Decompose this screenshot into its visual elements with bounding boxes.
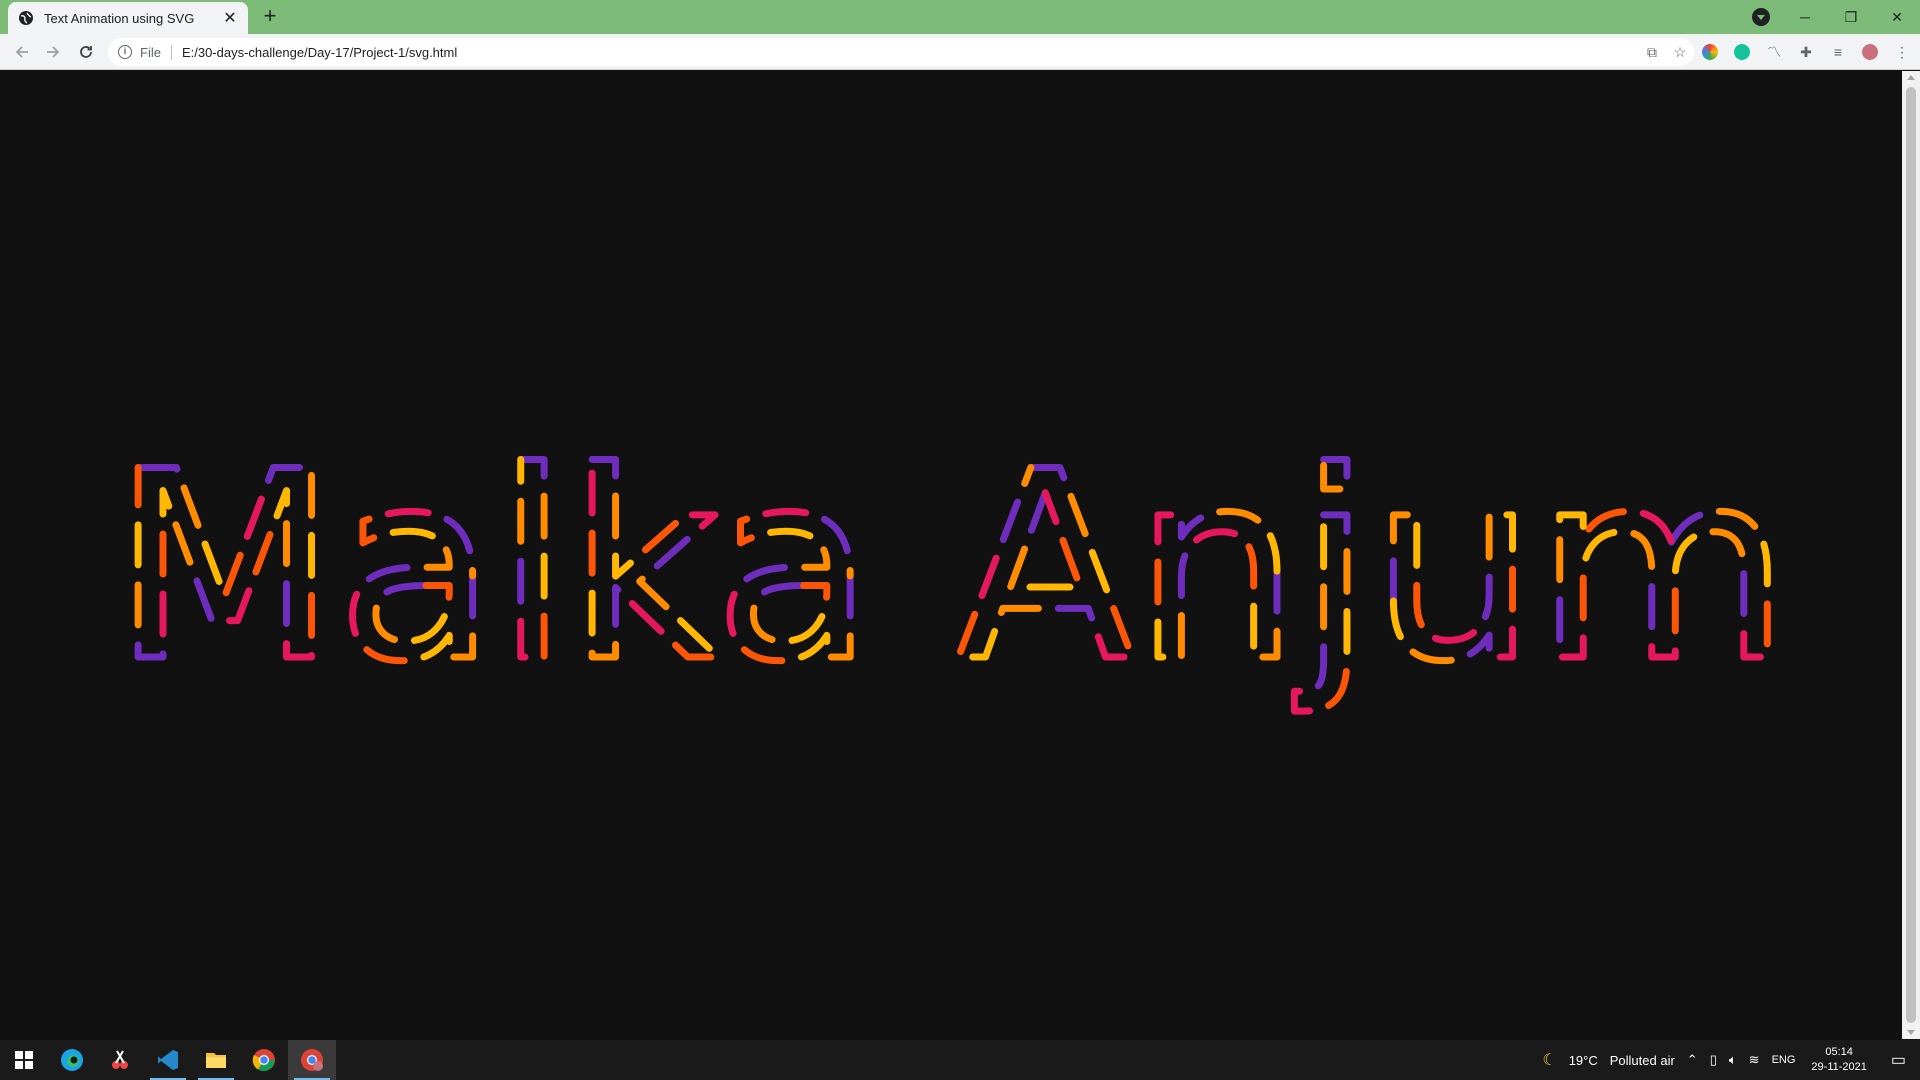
- notifications-icon[interactable]: ▭: [1877, 1050, 1920, 1070]
- tab-title: Text Animation using SVG: [44, 10, 195, 26]
- weather-condition[interactable]: Polluted air: [1604, 1053, 1681, 1068]
- vscode-icon: [158, 1050, 178, 1070]
- wifi-icon[interactable]: ≋: [1743, 1052, 1766, 1068]
- scrollbar-thumb[interactable]: [1906, 87, 1916, 1023]
- moon-weather-icon[interactable]: ☾: [1536, 1050, 1562, 1070]
- browser-tab[interactable]: Text Animation using SVG ✕: [8, 2, 248, 34]
- chrome-profile-app[interactable]: [288, 1040, 336, 1080]
- chrome-app[interactable]: [240, 1040, 288, 1080]
- folder-icon: [206, 1053, 226, 1068]
- vertical-scrollbar[interactable]: [1902, 71, 1920, 1039]
- show-hidden-icons-chevron-icon[interactable]: ⌃: [1681, 1052, 1704, 1068]
- file-explorer-app[interactable]: [192, 1040, 240, 1080]
- vscode-app[interactable]: [144, 1040, 192, 1080]
- extensions-area: 〽 ✚ ≡ ⋮: [1694, 40, 1918, 64]
- scroll-down-arrow[interactable]: [1907, 1030, 1915, 1035]
- profile-avatar[interactable]: [1854, 40, 1886, 64]
- extensions-puzzle-icon[interactable]: ✚: [1790, 40, 1822, 64]
- info-icon[interactable]: i: [118, 45, 132, 59]
- close-window-button[interactable]: ✕: [1874, 9, 1920, 26]
- animated-svg-text: Malka Anjum Malka Anjum Malka Anjum Malk…: [109, 414, 1793, 723]
- title-bar: Text Animation using SVG ✕ + ─ ❐ ✕: [0, 0, 1920, 34]
- globe-icon: [19, 11, 33, 25]
- volume-icon[interactable]: 🔈︎: [1723, 1052, 1743, 1068]
- snip-icon: [112, 1050, 128, 1069]
- start-button[interactable]: [0, 1040, 48, 1080]
- snipping-tool-app[interactable]: [96, 1040, 144, 1080]
- battery-icon[interactable]: ▯: [1704, 1052, 1723, 1068]
- chrome-profile-icon: [301, 1049, 323, 1071]
- grammarly-icon[interactable]: [1726, 40, 1758, 64]
- translate-icon[interactable]: ⧉: [1638, 44, 1666, 61]
- address-bar[interactable]: i File E:/30-days-challenge/Day-17/Proje…: [108, 38, 1694, 66]
- reload-icon: [80, 46, 92, 58]
- url-text[interactable]: E:/30-days-challenge/Day-17/Project-1/sv…: [182, 45, 1638, 60]
- page-content: Malka Anjum Malka Anjum Malka Anjum Malk…: [0, 71, 1902, 1039]
- edge-app[interactable]: [48, 1040, 96, 1080]
- chart-extension-icon[interactable]: 〽: [1758, 40, 1790, 64]
- scroll-up-arrow[interactable]: [1907, 75, 1915, 80]
- taskbar: ☾ 19°C Polluted air ⌃ ▯ 🔈︎ ≋ ENG 05:14 2…: [0, 1040, 1920, 1080]
- back-arrow-icon: [15, 46, 28, 58]
- chrome-icon: [252, 1049, 275, 1071]
- back-button[interactable]: [10, 40, 34, 64]
- reload-button[interactable]: [74, 40, 98, 64]
- minimize-button[interactable]: ─: [1782, 9, 1828, 25]
- restore-button[interactable]: ❐: [1828, 9, 1874, 26]
- reading-list-icon[interactable]: ≡: [1822, 40, 1854, 64]
- bookmark-star-icon[interactable]: ☆: [1666, 44, 1694, 61]
- windows-icon: [15, 1051, 33, 1069]
- clock-time: 05:14: [1825, 1046, 1853, 1058]
- system-tray: ☾ 19°C Polluted air ⌃ ▯ 🔈︎ ≋ ENG 05:14 2…: [1536, 1040, 1920, 1080]
- tab-close-icon[interactable]: ✕: [222, 8, 238, 28]
- menu-kebab-icon[interactable]: ⋮: [1886, 40, 1918, 64]
- clock[interactable]: 05:14 29-11-2021: [1801, 1045, 1876, 1075]
- browser-toolbar: i File E:/30-days-challenge/Day-17/Proje…: [0, 34, 1920, 70]
- tab-search-icon[interactable]: [1752, 8, 1770, 26]
- forward-button[interactable]: [41, 40, 65, 64]
- edge-icon: [61, 1049, 83, 1071]
- scheme-label: File: [140, 44, 172, 60]
- weather-temp[interactable]: 19°C: [1563, 1053, 1604, 1068]
- new-tab-button[interactable]: +: [258, 5, 282, 29]
- language-indicator[interactable]: ENG: [1766, 1054, 1802, 1066]
- clock-date: 29-11-2021: [1811, 1061, 1867, 1073]
- color-extension-icon[interactable]: [1694, 40, 1726, 64]
- svg-text-stroke-5: Malka Anjum: [113, 417, 1790, 719]
- forward-arrow-icon: [47, 46, 60, 58]
- window-controls: ─ ❐ ✕: [1782, 0, 1920, 34]
